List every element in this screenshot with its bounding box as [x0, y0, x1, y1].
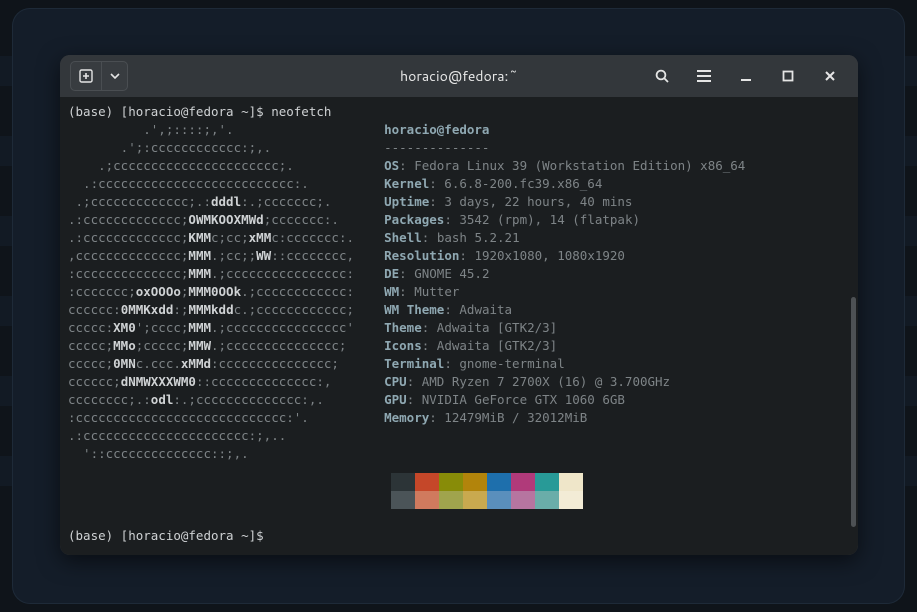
- terminal-window: horacio@fedora:~: [60, 55, 858, 555]
- color-swatch: [559, 473, 583, 491]
- scrollbar-thumb[interactable]: [851, 297, 856, 527]
- color-swatch: [487, 473, 511, 491]
- hamburger-icon: [696, 69, 712, 83]
- color-swatch: [487, 491, 511, 509]
- color-swatch: [439, 473, 463, 491]
- terminal-body[interactable]: (base) [horacio@fedora ~]$ neofetch .',;…: [60, 97, 858, 555]
- color-swatch: [439, 491, 463, 509]
- search-icon: [654, 68, 670, 84]
- search-button[interactable]: [648, 62, 676, 90]
- color-swatch: [535, 491, 559, 509]
- color-swatches: [391, 473, 850, 509]
- color-swatch: [463, 473, 487, 491]
- maximize-button[interactable]: [774, 62, 802, 90]
- color-swatch: [391, 473, 415, 491]
- new-tab-button[interactable]: [70, 61, 102, 91]
- minimize-icon: [739, 69, 753, 83]
- title-bar: horacio@fedora:~: [60, 55, 858, 97]
- color-swatch: [391, 491, 415, 509]
- hamburger-menu-button[interactable]: [690, 62, 718, 90]
- terminal-prompt[interactable]: (base) [horacio@fedora ~]$: [68, 527, 850, 545]
- maximize-icon: [782, 70, 794, 82]
- color-swatch: [463, 491, 487, 509]
- color-swatch: [415, 491, 439, 509]
- close-button[interactable]: [816, 62, 844, 90]
- terminal-output: (base) [horacio@fedora ~]$ neofetch .',;…: [68, 103, 850, 463]
- color-swatch: [511, 491, 535, 509]
- minimize-button[interactable]: [732, 62, 760, 90]
- close-icon: [824, 70, 836, 82]
- color-swatch: [415, 473, 439, 491]
- color-swatch: [535, 473, 559, 491]
- color-swatch: [511, 473, 535, 491]
- new-tab-dropdown-button[interactable]: [102, 61, 128, 91]
- color-swatch: [559, 491, 583, 509]
